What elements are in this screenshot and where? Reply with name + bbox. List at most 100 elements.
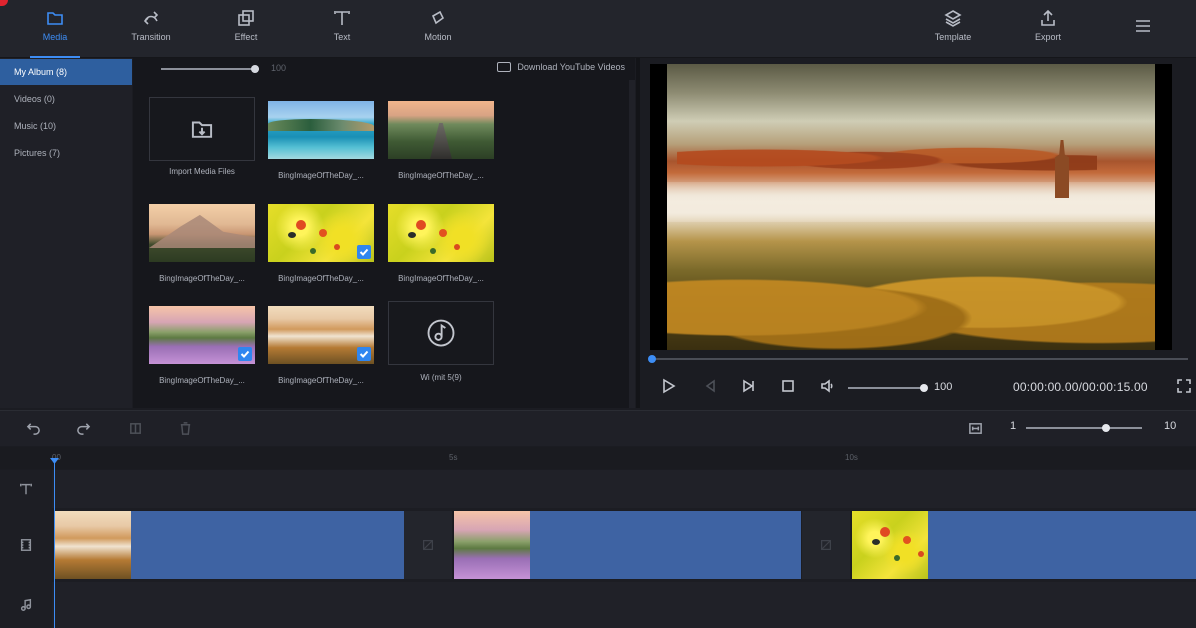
previous-frame-button[interactable] bbox=[702, 378, 720, 396]
preview-trees bbox=[677, 134, 1097, 182]
media-caption: BingImageOfTheDay_... bbox=[159, 376, 245, 385]
album-item-videos[interactable]: Videos (0) bbox=[0, 86, 132, 112]
thumbnail-size-slider[interactable] bbox=[161, 68, 259, 70]
volume-handle[interactable] bbox=[920, 384, 928, 392]
main-toolbar: Media Transition Effect Text Motion Temp… bbox=[0, 0, 1196, 58]
download-youtube-link[interactable]: Download YouTube Videos bbox=[497, 62, 625, 72]
undo-icon bbox=[26, 423, 40, 435]
preview-image bbox=[667, 64, 1155, 350]
volume-slider[interactable] bbox=[848, 387, 924, 389]
video-track[interactable] bbox=[0, 508, 1196, 582]
transition-slot-icon bbox=[423, 540, 433, 550]
redo-button[interactable] bbox=[76, 421, 92, 437]
tab-transition[interactable]: Transition bbox=[116, 8, 186, 52]
checkmark-icon bbox=[240, 350, 250, 358]
text-track[interactable] bbox=[0, 470, 1196, 508]
media-caption: BingImageOfTheDay_... bbox=[159, 274, 245, 283]
volume-button[interactable] bbox=[820, 378, 838, 396]
media-thumbnail[interactable] bbox=[268, 204, 374, 262]
folder-icon bbox=[47, 12, 63, 25]
playback-progress-handle[interactable] bbox=[648, 355, 656, 363]
media-thumbnail[interactable] bbox=[268, 101, 374, 159]
media-thumbnail[interactable] bbox=[149, 204, 255, 262]
media-item[interactable]: BingImageOfTheDay_... bbox=[388, 101, 494, 180]
download-youtube-label: Download YouTube Videos bbox=[517, 62, 625, 72]
media-item[interactable]: BingImageOfTheDay_... bbox=[268, 101, 374, 180]
transition-slot-icon bbox=[821, 540, 831, 550]
tab-media[interactable]: Media bbox=[20, 8, 90, 52]
playhead[interactable] bbox=[54, 458, 55, 628]
thumbnail-size-handle[interactable] bbox=[251, 65, 259, 73]
media-library: 100 Download YouTube Videos Import Media… bbox=[133, 58, 635, 408]
media-thumbnail[interactable] bbox=[388, 204, 494, 262]
tab-effect[interactable]: Effect bbox=[211, 8, 281, 52]
selected-checkbox[interactable] bbox=[357, 347, 371, 361]
youtube-icon bbox=[497, 62, 512, 72]
import-media-tile[interactable]: Import Media Files bbox=[149, 97, 255, 176]
app-logo bbox=[0, 0, 8, 6]
media-item[interactable]: BingImageOfTheDay_... bbox=[149, 306, 255, 385]
play-button[interactable] bbox=[660, 378, 678, 396]
media-caption: BingImageOfTheDay_... bbox=[398, 171, 484, 180]
media-thumbnail[interactable] bbox=[149, 306, 255, 364]
media-thumbnail[interactable] bbox=[268, 306, 374, 364]
timecode: 00:00:00.00/00:00:15.00 bbox=[1013, 380, 1148, 394]
music-note-icon bbox=[20, 598, 32, 611]
media-caption: BingImageOfTheDay_... bbox=[398, 274, 484, 283]
menu-button[interactable] bbox=[1108, 8, 1178, 52]
media-item[interactable]: BingImageOfTheDay_... bbox=[268, 204, 374, 283]
template-button[interactable]: Template bbox=[918, 8, 988, 52]
album-item-my-album[interactable]: My Album (8) bbox=[0, 59, 132, 85]
undo-button[interactable] bbox=[26, 421, 42, 437]
selected-checkbox[interactable] bbox=[357, 245, 371, 259]
media-item[interactable]: Wi (mit 5(9) bbox=[388, 301, 494, 382]
playback-progress-bar[interactable] bbox=[650, 358, 1188, 360]
music-track[interactable] bbox=[0, 582, 1196, 628]
timeline-clip[interactable] bbox=[54, 511, 404, 579]
fit-timeline-button[interactable] bbox=[968, 421, 984, 437]
timeline-ruler[interactable]: 00 5s 10s bbox=[0, 447, 1196, 469]
delete-button[interactable] bbox=[178, 421, 194, 437]
import-media-button[interactable] bbox=[149, 97, 255, 161]
audio-thumbnail[interactable] bbox=[388, 301, 494, 365]
tab-motion[interactable]: Motion bbox=[403, 8, 473, 52]
timeline-clip[interactable] bbox=[453, 511, 801, 579]
speaker-icon bbox=[821, 379, 833, 393]
import-media-label: Import Media Files bbox=[169, 167, 235, 176]
split-button[interactable] bbox=[128, 421, 144, 437]
transition-slot[interactable] bbox=[802, 511, 850, 579]
media-item[interactable]: BingImageOfTheDay_... bbox=[268, 306, 374, 385]
tab-text[interactable]: Text bbox=[307, 8, 377, 52]
media-thumbnail[interactable] bbox=[388, 101, 494, 159]
text-icon bbox=[334, 11, 350, 25]
timeline-zoom-slider[interactable] bbox=[1026, 427, 1142, 429]
fit-to-screen-icon bbox=[969, 423, 982, 434]
media-item[interactable]: BingImageOfTheDay_... bbox=[149, 204, 255, 283]
next-frame-button[interactable] bbox=[740, 378, 758, 396]
stop-button[interactable] bbox=[780, 378, 798, 396]
timeline-clip[interactable] bbox=[851, 511, 1196, 579]
import-folder-icon bbox=[191, 121, 213, 138]
effect-icon bbox=[238, 10, 254, 26]
text-track-icon bbox=[20, 483, 32, 495]
media-caption: BingImageOfTheDay_... bbox=[278, 376, 364, 385]
media-caption: BingImageOfTheDay_... bbox=[278, 171, 364, 180]
motion-icon bbox=[431, 10, 445, 25]
app-window: Media Transition Effect Text Motion Temp… bbox=[0, 0, 1196, 628]
media-item[interactable]: BingImageOfTheDay_... bbox=[388, 204, 494, 283]
timeline-zoom-handle[interactable] bbox=[1102, 424, 1110, 432]
fullscreen-button[interactable] bbox=[1176, 378, 1194, 396]
tab-transition-label: Transition bbox=[131, 32, 171, 42]
video-track-header bbox=[0, 508, 52, 582]
timeline-zoom-min: 1 bbox=[1010, 420, 1017, 432]
album-item-pictures[interactable]: Pictures (7) bbox=[0, 140, 132, 166]
album-item-music[interactable]: Music (10) bbox=[0, 113, 132, 139]
export-label: Export bbox=[1034, 32, 1061, 42]
transition-slot[interactable] bbox=[404, 511, 452, 579]
preview-fog bbox=[667, 182, 1155, 222]
selected-checkbox[interactable] bbox=[238, 347, 252, 361]
export-button[interactable]: Export bbox=[1013, 8, 1083, 52]
tab-text-label: Text bbox=[333, 32, 351, 42]
media-scrollbar[interactable] bbox=[629, 80, 635, 408]
transition-icon bbox=[143, 11, 159, 25]
